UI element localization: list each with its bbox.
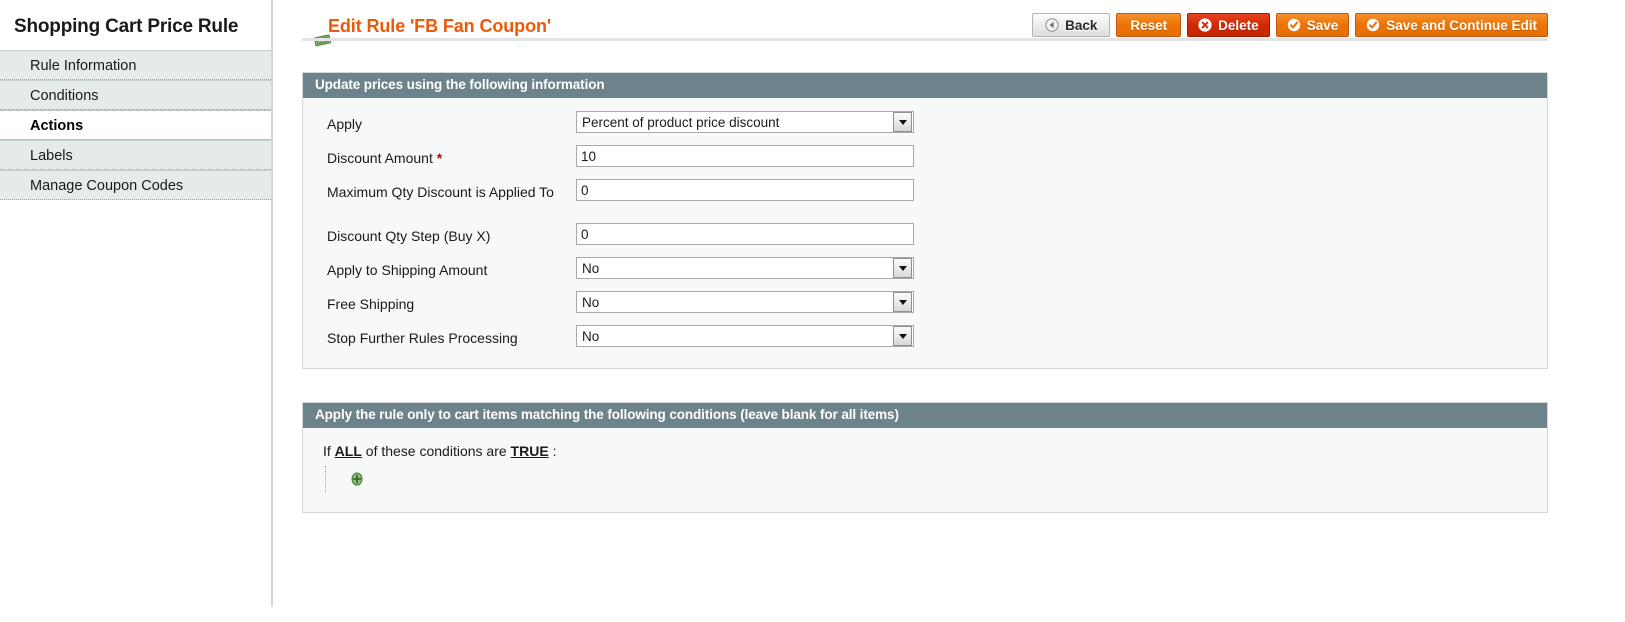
free-shipping-control: No bbox=[576, 288, 1547, 313]
update-prices-panel-body: Apply Percent of product price discount … bbox=[303, 98, 1547, 368]
action-button-bar: Back Reset Delete Save Save and Continue… bbox=[1032, 13, 1548, 37]
apply-label: Apply bbox=[327, 116, 363, 132]
sidebar-item-labels[interactable]: Labels bbox=[0, 140, 271, 170]
sidebar-item-label: Manage Coupon Codes bbox=[30, 178, 184, 194]
qty-step-input[interactable] bbox=[576, 223, 914, 245]
sidebar-item-rule-information[interactable]: Rule Information bbox=[0, 50, 271, 80]
edit-rule-title: Edit Rule 'FB Fan Coupon' bbox=[302, 16, 552, 47]
content-header: Edit Rule 'FB Fan Coupon' Back Reset Del… bbox=[290, 0, 1625, 47]
conditions-aggregator-link[interactable]: ALL bbox=[335, 443, 362, 459]
save-button-label: Save bbox=[1306, 17, 1339, 33]
add-green-plus-icon[interactable] bbox=[350, 472, 364, 486]
check-circle-icon bbox=[1287, 18, 1300, 32]
required-marker: * bbox=[436, 150, 443, 166]
apply-to-shipping-select[interactable]: No bbox=[576, 257, 914, 279]
conditions-panel-heading: Apply the rule only to cart items matchi… bbox=[303, 403, 1547, 428]
field-row-qty-step: Discount Qty Step (Buy X) bbox=[303, 220, 1547, 254]
magento-admin-page: Shopping Cart Price Rule Rule Informatio… bbox=[0, 0, 1625, 622]
back-button-label: Back bbox=[1065, 17, 1098, 33]
maximum-qty-control bbox=[576, 176, 1547, 201]
qty-step-control bbox=[576, 220, 1547, 245]
conditions-suffix: : bbox=[552, 443, 557, 459]
stop-further-rules-control: No bbox=[576, 322, 1547, 347]
chevron-down-icon[interactable] bbox=[893, 292, 912, 312]
maximum-qty-label: Maximum Qty Discount is Applied To bbox=[327, 184, 554, 200]
stop-further-rules-select[interactable]: No bbox=[576, 325, 914, 347]
apply-select[interactable]: Percent of product price discount bbox=[576, 111, 914, 133]
header-divider bbox=[302, 38, 1548, 41]
sidebar-item-label: Conditions bbox=[30, 88, 99, 104]
apply-to-shipping-select-value: No bbox=[582, 260, 600, 276]
conditions-middle: of these conditions are bbox=[365, 443, 507, 459]
field-row-apply: Apply Percent of product price discount bbox=[303, 108, 1547, 142]
apply-to-shipping-label: Apply to Shipping Amount bbox=[327, 262, 488, 278]
free-shipping-label: Free Shipping bbox=[327, 296, 415, 312]
edit-rule-title-text: Edit Rule 'FB Fan Coupon' bbox=[328, 16, 552, 36]
reset-button[interactable]: Reset bbox=[1116, 13, 1182, 37]
update-prices-panel: Update prices using the following inform… bbox=[302, 72, 1548, 369]
field-row-apply-to-shipping: Apply to Shipping Amount No bbox=[303, 254, 1547, 288]
chevron-down-icon[interactable] bbox=[893, 112, 912, 132]
conditions-children bbox=[325, 466, 1547, 492]
conditions-prefix: If bbox=[323, 443, 331, 459]
sidebar: Shopping Cart Price Rule Rule Informatio… bbox=[0, 0, 273, 607]
delete-button[interactable]: Delete bbox=[1187, 13, 1270, 37]
conditions-statement: If ALL of these conditions are TRUE : bbox=[323, 442, 1547, 460]
apply-select-value: Percent of product price discount bbox=[582, 114, 780, 130]
conditions-panel-body: If ALL of these conditions are TRUE : bbox=[303, 428, 1547, 512]
save-and-continue-edit-button[interactable]: Save and Continue Edit bbox=[1355, 13, 1548, 37]
qty-step-label: Discount Qty Step (Buy X) bbox=[327, 228, 491, 244]
update-prices-panel-heading: Update prices using the following inform… bbox=[303, 73, 1547, 98]
apply-control: Percent of product price discount bbox=[576, 108, 1547, 133]
reset-button-label: Reset bbox=[1130, 17, 1168, 33]
sidebar-item-label: Rule Information bbox=[30, 58, 137, 74]
field-row-free-shipping: Free Shipping No bbox=[303, 288, 1547, 322]
chevron-down-icon[interactable] bbox=[893, 326, 912, 346]
field-row-stop-further-rules: Stop Further Rules Processing No bbox=[303, 322, 1547, 356]
maximum-qty-input[interactable] bbox=[576, 179, 914, 201]
back-button[interactable]: Back bbox=[1032, 13, 1111, 37]
conditions-value-link[interactable]: TRUE bbox=[511, 443, 549, 459]
save-button[interactable]: Save bbox=[1275, 13, 1350, 37]
discount-amount-input[interactable] bbox=[576, 145, 914, 167]
field-row-discount-amount: Discount Amount * bbox=[303, 142, 1547, 176]
stop-further-rules-select-value: No bbox=[582, 328, 600, 344]
discount-amount-label-text: Discount Amount bbox=[327, 150, 433, 166]
delete-circle-icon bbox=[1198, 18, 1212, 32]
field-row-maximum-qty: Maximum Qty Discount is Applied To bbox=[303, 176, 1547, 210]
apply-to-shipping-control: No bbox=[576, 254, 1547, 279]
chevron-down-icon[interactable] bbox=[893, 258, 912, 278]
sidebar-item-actions[interactable]: Actions bbox=[0, 110, 271, 140]
page-title: Shopping Cart Price Rule bbox=[14, 16, 239, 37]
free-shipping-select-value: No bbox=[582, 294, 600, 310]
discount-amount-control bbox=[576, 142, 1547, 167]
stop-further-rules-label: Stop Further Rules Processing bbox=[327, 330, 518, 346]
sidebar-item-label: Labels bbox=[30, 148, 73, 164]
free-shipping-select[interactable]: No bbox=[576, 291, 914, 313]
content-area: Edit Rule 'FB Fan Coupon' Back Reset Del… bbox=[290, 0, 1625, 622]
delete-button-label: Delete bbox=[1218, 17, 1259, 33]
sidebar-tab-list: Rule Information Conditions Actions Labe… bbox=[0, 50, 271, 200]
discount-amount-label: Discount Amount * bbox=[327, 142, 576, 168]
sidebar-item-conditions[interactable]: Conditions bbox=[0, 80, 271, 110]
sidebar-item-label: Actions bbox=[30, 118, 84, 134]
conditions-panel: Apply the rule only to cart items matchi… bbox=[302, 402, 1548, 513]
back-arrow-circle-icon bbox=[1045, 18, 1059, 32]
sidebar-item-manage-coupon-codes[interactable]: Manage Coupon Codes bbox=[0, 170, 271, 200]
check-circle-icon bbox=[1367, 18, 1380, 32]
save-and-continue-edit-button-label: Save and Continue Edit bbox=[1386, 17, 1537, 33]
